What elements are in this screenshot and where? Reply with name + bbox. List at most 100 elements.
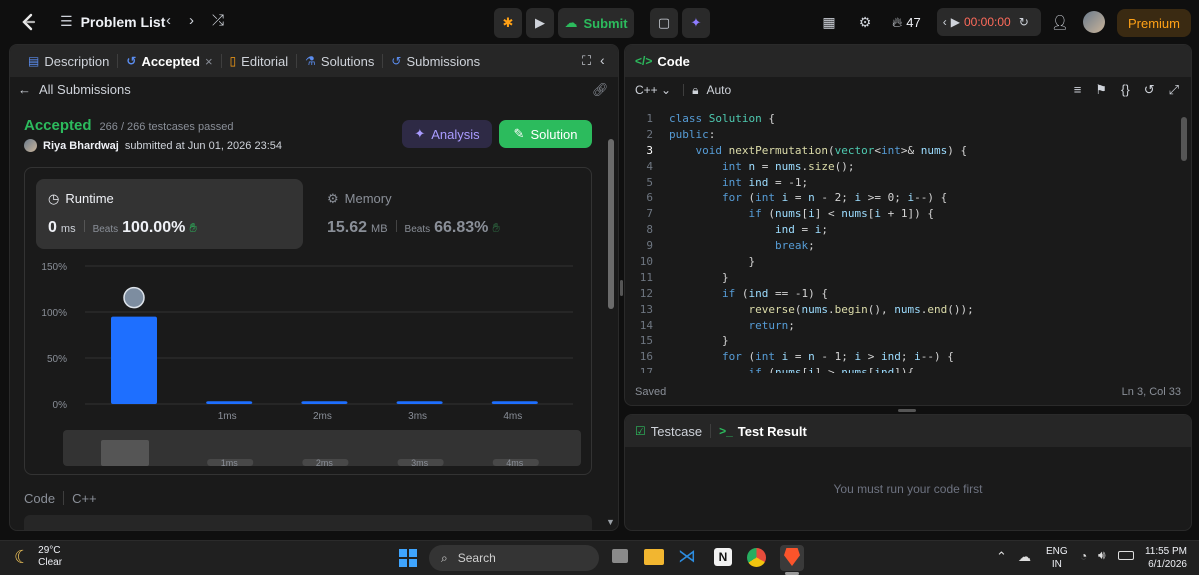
reset-icon[interactable]: ↺ [1144,82,1155,98]
code-editor[interactable]: 1 class Solution {2 public: 3 void nextPerm… [625,111,1185,373]
tab-solutions[interactable]: ⚗ Solutions [297,45,382,77]
memory-unit: MB [371,223,388,235]
code-line[interactable]: 4 int n = nums.size(); [625,159,1185,175]
collapse-panel-icon[interactable]: ‹ [600,52,605,68]
wifi-icon[interactable]: ◔ [1080,549,1087,563]
code-line[interactable]: 14 return; [625,318,1185,334]
language-indicator[interactable]: ENG IN [1046,545,1068,571]
avatar[interactable] [1082,11,1105,33]
code-line[interactable]: 13 reverse(nums.begin(), nums.end()); [625,302,1185,318]
code-text: ind = i; [774,223,828,237]
fire-icon[interactable]: 🔥︎ [892,14,902,31]
tab-test-result[interactable]: >_ Test Result [711,415,815,447]
chrome-icon[interactable] [747,548,766,567]
memory-beats: 66.83% [434,219,489,236]
note-button[interactable]: ▢ [650,8,678,38]
code-line[interactable]: 11 } [625,270,1185,286]
language-select[interactable]: C++ ⌄ [635,83,671,97]
tab-description[interactable]: ▤ Description [20,45,117,77]
code-text: public: [669,127,716,141]
solution-label: Solution [530,126,578,142]
expand-icon[interactable]: ⤢ [1169,82,1179,98]
tab-accepted[interactable]: ↺ Accepted × [118,45,220,77]
code-line[interactable]: 8 ind = i; [625,222,1185,238]
debug-button[interactable]: ✱ [494,8,522,38]
bookmark-icon[interactable]: ⚑ [1095,82,1107,98]
weather-widget[interactable]: ☾ 29°C Clear [14,545,62,569]
volume-icon[interactable]: 🔊︎ [1098,548,1106,563]
code-line[interactable]: 10 } [625,254,1185,270]
ai-button[interactable]: ✦ [682,8,710,38]
runtime-card[interactable]: ◷ Runtime 0 ms Beats 100.00% ✋︎ [36,179,303,249]
notion-icon[interactable]: N [714,548,732,566]
code-line[interactable]: 9 break; [625,238,1185,254]
premium-button[interactable]: Premium [1117,9,1191,37]
left-scrollbar[interactable] [608,139,614,309]
code-line[interactable]: 7 if (nums[i] < nums[i + 1]) { [625,206,1185,222]
language-code: ENG [1046,546,1068,557]
code-line[interactable]: 6 for (int i = n - 2; i >= 0; i--) { [625,190,1185,206]
taskbar-search[interactable]: ⌕ Search [429,545,599,571]
vscode-icon[interactable]: ⋊ [678,546,696,567]
memory-card[interactable]: ⚙ Memory 15.62 MB Beats 66.83% ✋︎ [315,179,582,249]
collapse-timer-icon[interactable]: ‹ [943,15,947,29]
mode-label[interactable]: Auto [706,83,731,97]
leetcode-logo-icon[interactable] [18,12,38,32]
play-icon: ▶ [535,15,545,30]
user-avatar[interactable] [24,139,37,152]
battery-icon[interactable] [1118,551,1134,560]
code-line[interactable]: 2 public: [625,127,1185,143]
start-button[interactable] [399,549,417,567]
timer-widget[interactable]: ‹ ▶ 00:00:00 ↻ [936,8,1041,36]
code-line[interactable]: 1 class Solution { [625,111,1185,127]
horizontal-resize-handle[interactable] [898,409,916,412]
tab-submissions[interactable]: ↺ Submissions [383,45,488,77]
submit-button[interactable]: ☁ Submit [558,8,634,38]
code-line[interactable]: 16 for (int i = n - 1; i > ind; i--) { [625,349,1185,365]
tab-editorial[interactable]: ▯ Editorial [222,45,297,77]
shuffle-icon[interactable]: ⤮ [212,12,224,29]
timer-play-icon[interactable]: ▶ [951,15,960,29]
next-problem-icon[interactable]: › [189,12,194,29]
chart-bar [301,401,348,404]
layout-icon[interactable]: ▦ [820,14,838,31]
add-friend-icon[interactable]: 👤︎ [1051,14,1069,31]
prev-problem-icon[interactable]: ‹ [166,12,171,29]
code-title: Code [657,53,690,69]
solution-button[interactable]: ✎ Solution [499,120,592,148]
memory-chip-icon: ⚙ [327,191,339,206]
scroll-down-icon[interactable]: ▼ [606,517,615,527]
all-submissions-link[interactable]: ← All Submissions [18,82,131,97]
format-icon[interactable]: ≡ [1074,82,1082,98]
code-line[interactable]: 5 int ind = -1; [625,175,1185,191]
editor-scrollbar[interactable] [1181,117,1187,161]
line-number: 4 [646,159,653,173]
code-line[interactable]: 15 } [625,333,1185,349]
task-view-icon[interactable] [612,549,628,563]
code-panel: </> Code C++ ⌄ 🔒︎ Auto ≡ ⚑ {} ↺ ⤢ 1 class… [624,44,1192,406]
clock[interactable]: 11:55 PM 6/1/2026 [1142,545,1187,571]
run-button[interactable]: ▶ [526,8,554,38]
analysis-button[interactable]: ✦ Analysis [402,120,492,148]
tab-testcase[interactable]: ☑ Testcase [635,415,710,447]
clap-icon: ✋︎ [492,220,500,235]
username[interactable]: Riya Bhardwaj [43,140,119,152]
status-accepted: Accepted [24,117,92,134]
tab-code[interactable]: </> Code [635,45,690,77]
user-avatar-marker [123,286,145,309]
code-line[interactable]: 3 void nextPermutation(vector<int>& nums… [625,143,1185,159]
tray-app-icon[interactable]: ☁ [1018,549,1031,565]
vertical-resize-handle[interactable] [620,280,623,296]
timer-reset-icon[interactable]: ↻ [1019,15,1029,29]
maximize-icon[interactable]: ⛶ [582,53,591,69]
link-icon[interactable]: 🔗︎ [592,82,609,98]
chevron-up-icon[interactable]: ⌃ [996,549,1007,565]
code-line[interactable]: 12 if (ind == -1) { [625,286,1185,302]
close-tab-icon[interactable]: × [205,54,213,69]
settings-gear-icon[interactable]: ⚙ [856,14,874,31]
problem-list-button[interactable]: ☰ Problem List [60,13,165,30]
tab-accepted-label: Accepted [141,53,200,69]
code-line[interactable]: 17 if (nums[i] > nums[ind]){ [625,365,1185,373]
braces-icon[interactable]: {} [1121,82,1130,98]
file-explorer-icon[interactable] [644,549,664,565]
